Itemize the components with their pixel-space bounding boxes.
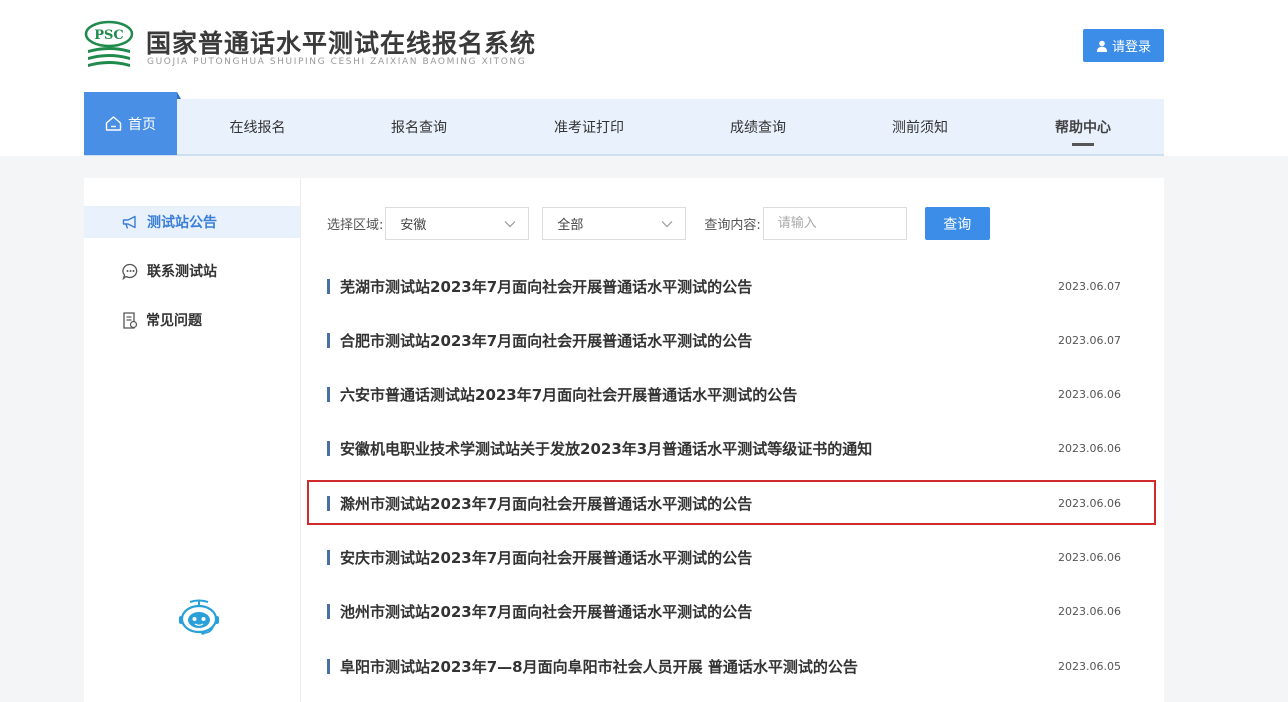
announcement-date: 2023.06.05 (1058, 659, 1121, 673)
announcement-title-text: 安庆市测试站2023年7月面向社会开展普通话水平测试的公告 (340, 548, 753, 567)
list-item[interactable]: 池州市测试站2023年7月面向社会开展普通话水平测试的公告 2023.06.06 (327, 591, 1137, 631)
region-label: 选择区域: (327, 218, 384, 233)
top-header: PSC 国家普通话水平测试在线报名系统 GUOJIA PUTONGHUA SHU… (0, 0, 1288, 156)
announcement-title-text: 池州市测试站2023年7月面向社会开展普通话水平测试的公告 (340, 602, 753, 621)
list-item[interactable]: 安徽机电职业技术学测试站关于发放2023年3月普通话水平测试等级证书的通知 202… (327, 428, 1137, 468)
nav-item-admission-ticket[interactable]: 准考证打印 (500, 99, 678, 154)
scope-select[interactable]: 全部 (542, 207, 687, 240)
query-button[interactable]: 查询 (924, 207, 990, 240)
chevron-down-icon (661, 220, 673, 227)
nav-item-test-notice[interactable]: 测前须知 (838, 99, 1002, 154)
document-icon (123, 311, 138, 329)
announcement-title[interactable]: 安徽机电职业技术学测试站关于发放2023年3月普通话水平测试等级证书的通知 (327, 438, 872, 459)
query-input[interactable] (762, 207, 907, 240)
nav-item-help-center[interactable]: 帮助中心 (1002, 99, 1164, 154)
list-item[interactable]: 阜阳市测试站2023年7—8月面向阜阳市社会人员开展 普通话水平测试的公告 202… (327, 646, 1137, 686)
login-button[interactable]: 请登录 (1083, 29, 1164, 62)
announcement-date: 2023.06.06 (1058, 441, 1121, 455)
megaphone-icon (122, 215, 136, 229)
chevron-down-icon (504, 220, 516, 227)
robot-assistant-icon[interactable] (176, 599, 222, 641)
list-item[interactable]: 六安市普通话测试站2023年7月面向社会开展普通话水平测试的公告 2023.06.… (327, 374, 1137, 414)
nav-item-home[interactable]: 首页 (84, 92, 181, 155)
nav-label: 成绩查询 (730, 119, 786, 136)
nav-item-score-query[interactable]: 成绩查询 (678, 99, 838, 154)
region-select-value: 安徽 (400, 218, 427, 233)
announcement-title-text: 芜湖市测试站2023年7月面向社会开展普通话水平测试的公告 (340, 277, 753, 296)
nav-label: 测前须知 (892, 119, 948, 136)
nav-label: 在线报名 (229, 119, 286, 136)
nav-label: 报名查询 (391, 119, 447, 136)
nav-label: 准考证打印 (554, 119, 624, 136)
announcement-title[interactable]: 阜阳市测试站2023年7—8月面向阜阳市社会人员开展 普通话水平测试的公告 (327, 656, 858, 677)
site-title: 国家普通话水平测试在线报名系统 (146, 29, 537, 58)
announcement-title[interactable]: 池州市测试站2023年7月面向社会开展普通话水平测试的公告 (327, 601, 752, 622)
announcement-date: 2023.06.06 (1058, 604, 1121, 618)
announcement-title-text: 安徽机电职业技术学测试站关于发放2023年3月普通话水平测试等级证书的通知 (340, 439, 873, 458)
site-subtitle: GUOJIA PUTONGHUA SHUIPING CESHI ZAIXIAN … (147, 57, 527, 67)
list-item[interactable]: 滁州市测试站2023年7月面向社会开展普通话水平测试的公告 2023.06.06 (327, 483, 1137, 523)
site-logo[interactable]: PSC 国家普通话水平测试在线报名系统 GUOJIA PUTONGHUA SHU… (84, 20, 535, 72)
list-item[interactable]: 合肥市测试站2023年7月面向社会开展普通话水平测试的公告 2023.06.07 (327, 320, 1137, 360)
login-label: 请登录 (1111, 40, 1151, 55)
sidebar: 测试站公告 联系测试站 常见问题 (84, 178, 301, 702)
list-item[interactable]: 芜湖市测试站2023年7月面向社会开展普通话水平测试的公告 2023.06.07 (327, 266, 1137, 306)
sidebar-item-announcements[interactable]: 测试站公告 (84, 206, 300, 238)
announcement-title-text: 合肥市测试站2023年7月面向社会开展普通话水平测试的公告 (340, 331, 753, 350)
psc-logo-icon: PSC (84, 20, 134, 72)
list-item[interactable]: 安庆市测试站2023年7月面向社会开展普通话水平测试的公告 2023.06.06 (327, 537, 1137, 577)
filter-bar: 选择区域: 安徽 全部 查询内容: 查询 (327, 207, 990, 240)
sidebar-item-label: 常见问题 (146, 313, 202, 329)
home-icon (105, 116, 122, 131)
title-marker (327, 440, 330, 456)
nav-item-online-registration[interactable]: 在线报名 (177, 99, 338, 154)
announcement-date: 2023.06.07 (1058, 279, 1121, 293)
title-marker (327, 495, 330, 511)
announcement-title[interactable]: 滁州市测试站2023年7月面向社会开展普通话水平测试的公告 (327, 493, 752, 514)
sidebar-item-contact[interactable]: 联系测试站 (84, 255, 300, 287)
announcement-title[interactable]: 合肥市测试站2023年7月面向社会开展普通话水平测试的公告 (327, 330, 752, 351)
title-marker (327, 603, 330, 619)
sidebar-item-faq[interactable]: 常见问题 (84, 304, 300, 336)
title-marker (327, 658, 330, 674)
announcement-title[interactable]: 安庆市测试站2023年7月面向社会开展普通话水平测试的公告 (327, 547, 752, 568)
announcement-date: 2023.06.07 (1058, 333, 1121, 347)
title-marker (327, 386, 330, 402)
main-nav: 首页 在线报名 报名查询 准考证打印 成绩查询 测前须知 帮助中心 (84, 92, 1164, 156)
nav-item-registration-query[interactable]: 报名查询 (338, 99, 500, 154)
announcement-title[interactable]: 芜湖市测试站2023年7月面向社会开展普通话水平测试的公告 (327, 276, 752, 297)
title-marker (327, 278, 330, 294)
nav-label: 帮助中心 (1055, 119, 1111, 136)
query-label: 查询内容: (704, 218, 761, 233)
title-marker (327, 549, 330, 565)
announcement-date: 2023.06.06 (1058, 496, 1121, 510)
announcement-title[interactable]: 六安市普通话测试站2023年7月面向社会开展普通话水平测试的公告 (327, 384, 797, 405)
announcement-title-text: 阜阳市测试站2023年7—8月面向阜阳市社会人员开展 普通话水平测试的公告 (340, 657, 858, 676)
title-marker (327, 332, 330, 348)
scope-select-value: 全部 (557, 218, 584, 233)
announcement-date: 2023.06.06 (1058, 387, 1121, 401)
announcement-date: 2023.06.06 (1058, 550, 1121, 564)
announcement-title-text: 六安市普通话测试站2023年7月面向社会开展普通话水平测试的公告 (340, 385, 798, 404)
sidebar-item-label: 测试站公告 (147, 215, 217, 231)
content-panel: 测试站公告 联系测试站 常见问题 选择区域: 安徽 全部 查询内容: 请输入 查… (84, 178, 1164, 702)
announcement-title-text: 滁州市测试站2023年7月面向社会开展普通话水平测试的公告 (340, 494, 753, 513)
user-icon (1096, 40, 1108, 52)
region-select[interactable]: 安徽 (385, 207, 530, 240)
sidebar-item-label: 联系测试站 (147, 264, 217, 280)
svg-text:PSC: PSC (94, 28, 124, 43)
chat-icon (122, 263, 138, 280)
nav-label-home: 首页 (128, 116, 156, 133)
